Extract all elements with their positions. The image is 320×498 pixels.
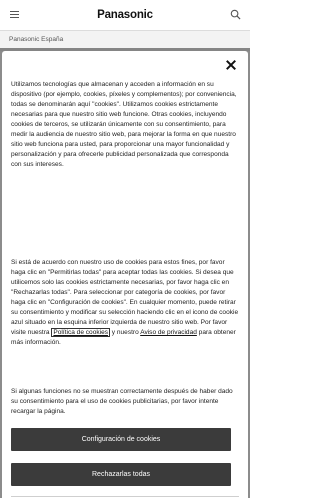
cookie-consent-text: Si está de acuerdo con nuestro uso de co…	[11, 258, 239, 348]
reload-note-text: Si algunas funciones no se muestran corr…	[11, 388, 233, 416]
cookie-policy-link[interactable]: Política de cookies	[51, 328, 110, 338]
brand-logo[interactable]: Panasonic	[97, 9, 153, 21]
menu-icon[interactable]	[10, 11, 19, 18]
cookie-intro-text: Utilizamos tecnologías que almacenan y a…	[11, 81, 237, 169]
consent-text-mid: y nuestro	[109, 329, 141, 337]
region-label[interactable]: Panasonic España	[9, 36, 63, 43]
search-icon[interactable]	[230, 9, 241, 20]
cookie-settings-button[interactable]: Configuración de cookies	[11, 428, 231, 451]
site-header: Panasonic	[0, 0, 250, 30]
reject-all-button[interactable]: Rechazarlas todas	[11, 463, 231, 486]
consent-text-main: Si está de acuerdo con nuestro uso de co…	[11, 259, 239, 337]
divider	[11, 496, 239, 497]
close-icon[interactable]	[226, 60, 236, 70]
privacy-notice-link[interactable]: Aviso de privacidad	[140, 329, 197, 336]
